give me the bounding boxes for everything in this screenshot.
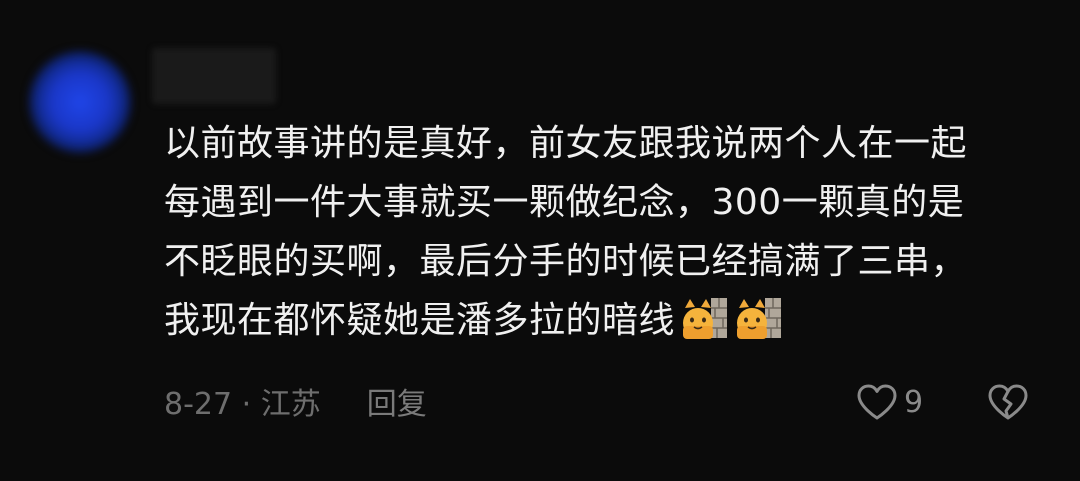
comment-actions: 9 [856,380,1029,424]
comment-line-1: 以前故事讲的是真好，前女友跟我说两个人在一起 [164,123,968,164]
comment-line-4: 我现在都怀疑她是潘多拉的暗线 [164,291,1044,350]
cat-behind-wall-emoji [683,298,728,339]
comment-meta: 8-27 · 江苏 回复 [164,378,427,424]
date-location: 8-27 · 江苏 [164,387,321,422]
reply-button[interactable]: 回复 [367,379,427,423]
dislike-button[interactable] [987,383,1029,421]
username-blurred[interactable] [152,48,276,104]
comment-line-3: 不眨眼的买啊，最后分手的时候已经搞满了三串， [164,241,968,282]
avatar[interactable] [28,50,132,154]
like-count: 9 [904,384,924,420]
comment-line-2: 每遇到一件大事就买一颗做纪念，300一颗真的是 [164,182,965,223]
broken-heart-icon [988,384,1028,420]
cat-behind-wall-emoji [737,298,782,339]
comment-line-4-text: 我现在都怀疑她是潘多拉的暗线 [164,300,676,341]
like-button[interactable]: 9 [856,383,923,421]
comment-card: 以前故事讲的是真好，前女友跟我说两个人在一起 每遇到一件大事就买一颗做纪念，30… [0,0,1080,481]
comment-text: 以前故事讲的是真好，前女友跟我说两个人在一起 每遇到一件大事就买一颗做纪念，30… [164,114,1044,350]
heart-outline-icon [857,384,897,420]
